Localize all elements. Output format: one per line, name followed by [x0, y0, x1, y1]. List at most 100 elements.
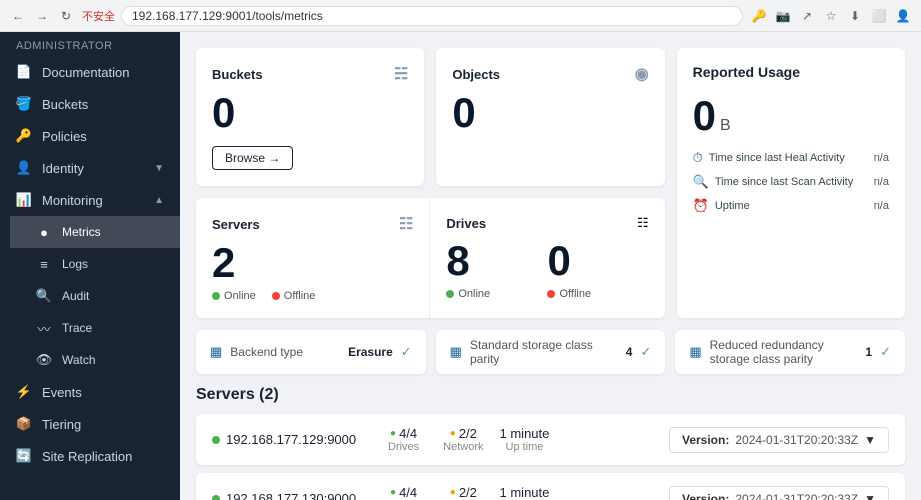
sidebar-item-label: Metrics — [62, 225, 164, 239]
sidebar-item-label: Logs — [62, 257, 164, 271]
server-drives-value-0: ● 4/4 — [390, 426, 417, 441]
logs-icon: ≡ — [36, 256, 52, 272]
back-button[interactable]: ← — [8, 6, 28, 26]
url-bar[interactable]: 192.168.177.129:9001/tools/metrics — [121, 6, 743, 26]
screenshot-icon: 📷 — [773, 6, 793, 26]
server-network-value-1: ● 2/2 — [450, 485, 477, 500]
servers-card-header: Servers ☷ — [212, 214, 413, 234]
drives-online-status: Online — [446, 288, 547, 300]
reduced-check-icon: ✓ — [880, 344, 891, 360]
drives-offline-block: 0 Offline — [547, 240, 648, 302]
storage-badge-reduced: ▦ Reduced redundancy storage class parit… — [675, 330, 905, 374]
download-icon[interactable]: ⬇ — [845, 6, 865, 26]
window-icon[interactable]: ⬜ — [869, 6, 889, 26]
reported-row-heal: ⏱ Time since last Heal Activity n/a — [693, 150, 889, 166]
events-icon: ⚡ — [16, 384, 32, 400]
refresh-button[interactable]: ↻ — [56, 6, 76, 26]
server-online-dot-1 — [212, 495, 220, 500]
server-address-text-1: 192.168.177.130:9000 — [226, 491, 356, 500]
sidebar-item-buckets[interactable]: 🪣 Buckets — [0, 88, 180, 120]
drives-icon: ☷ — [637, 215, 649, 231]
sidebar-item-label: Audit — [62, 289, 164, 303]
server-uptime-label-0: Up time — [506, 441, 544, 453]
version-button-0[interactable]: Version: 2024-01-31T20:20:33Z ▼ — [669, 427, 889, 453]
version-label-1: Version: — [682, 492, 729, 500]
sidebar-item-label: Identity — [42, 161, 144, 176]
server-online-dot-0 — [212, 436, 220, 444]
online-label: Online — [224, 290, 256, 302]
version-button-1[interactable]: Version: 2024-01-31T20:20:33Z ▼ — [669, 486, 889, 500]
drives-online-dot — [446, 290, 454, 298]
reported-row-left: ⏱ Time since last Heal Activity — [693, 150, 845, 166]
monitoring-submenu: ● Metrics ≡ Logs 🔍 Audit 〰 Trace 👁 Watch — [0, 216, 180, 376]
sidebar-item-monitoring[interactable]: 📊 Monitoring ▲ — [0, 184, 180, 216]
app-container: Administrator 📄 Documentation 🪣 Buckets … — [0, 32, 921, 500]
heal-label: Time since last Heal Activity — [709, 152, 845, 164]
drives-offline-label: Offline — [559, 288, 591, 300]
tiering-icon: 📦 — [16, 416, 32, 432]
server-uptime-block-0: 1 minute Up time — [500, 426, 550, 453]
sidebar-item-logs[interactable]: ≡ Logs — [10, 248, 180, 280]
sidebar-item-trace[interactable]: 〰 Trace — [10, 312, 180, 344]
heal-value: n/a — [874, 152, 889, 164]
drives-title: Drives — [446, 216, 486, 231]
profile-icon[interactable]: 👤 — [893, 6, 913, 26]
sidebar-item-watch[interactable]: 👁 Watch — [10, 344, 180, 376]
reported-value: 0 B — [693, 92, 889, 140]
server-uptime-value-0: 1 minute — [500, 426, 550, 441]
sidebar-item-audit[interactable]: 🔍 Audit — [10, 280, 180, 312]
sidebar-item-tiering[interactable]: 📦 Tiering — [0, 408, 180, 440]
objects-card: Objects ◉ 0 — [436, 48, 664, 186]
drives-header: Drives ☷ — [446, 214, 648, 232]
chevron-down-icon: ▼ — [154, 163, 164, 174]
online-indicator: Online — [212, 290, 256, 302]
server-drives-stat-0: ● 4/4 Drives — [388, 426, 419, 453]
sidebar-item-documentation[interactable]: 📄 Documentation — [0, 56, 180, 88]
browser-bar: ← → ↻ 不安全 192.168.177.129:9001/tools/met… — [0, 0, 921, 32]
main-content: Buckets ☵ 0 Browse → Objects ◉ 0 Reporte… — [180, 32, 921, 500]
sidebar-item-label: Watch — [62, 353, 164, 367]
sidebar-item-label: Site Replication — [42, 449, 164, 464]
sidebar-item-events[interactable]: ⚡ Events — [0, 376, 180, 408]
server-address-text-0: 192.168.177.129:9000 — [226, 432, 356, 447]
reported-title: Reported Usage — [693, 64, 889, 80]
policies-icon: 🔑 — [16, 128, 32, 144]
servers-online-value: 2 — [212, 242, 413, 284]
browser-actions: 🔑 📷 ↗ ☆ ⬇ ⬜ 👤 — [749, 6, 913, 26]
reported-row-left: ⏰ Uptime — [693, 198, 750, 214]
sidebar-item-label: Tiering — [42, 417, 164, 432]
reported-unit: B — [720, 117, 731, 135]
server-uptime-value-1: 1 minute — [500, 485, 550, 500]
metrics-icon: ● — [36, 224, 52, 240]
sidebar-item-metrics[interactable]: ● Metrics — [10, 216, 180, 248]
sidebar-item-label: Policies — [42, 129, 164, 144]
server-network-stat-0: ● 2/2 Network — [443, 426, 483, 453]
drives-online-indicator: Online — [446, 288, 490, 300]
sidebar-item-policies[interactable]: 🔑 Policies — [0, 120, 180, 152]
offline-indicator: Offline — [272, 290, 316, 302]
objects-value: 0 — [452, 92, 648, 134]
offline-dot — [272, 292, 280, 300]
monitoring-icon: 📊 — [16, 192, 32, 208]
scan-label: Time since last Scan Activity — [715, 176, 853, 188]
version-value-1: 2024-01-31T20:20:33Z — [735, 492, 858, 500]
sidebar-item-identity[interactable]: 👤 Identity ▼ — [0, 152, 180, 184]
key-icon: 🔑 — [749, 6, 769, 26]
reduced-label: Reduced redundancy storage class parity — [710, 338, 858, 366]
server-stats-1: ● 4/4 Drives ● 2/2 Network — [388, 485, 484, 500]
version-label-0: Version: — [682, 433, 729, 447]
star-icon[interactable]: ☆ — [821, 6, 841, 26]
reported-row-left: 🔍 Time since last Scan Activity — [693, 174, 854, 190]
sidebar-item-site-replication[interactable]: 🔄 Site Replication — [0, 440, 180, 472]
online-dot — [212, 292, 220, 300]
reported-card: Reported Usage 0 B ⏱ Time since last Hea… — [677, 48, 905, 318]
network-stat-dot: ● — [450, 428, 456, 439]
buckets-title: Buckets — [212, 67, 263, 82]
browse-button[interactable]: Browse → — [212, 146, 293, 170]
forward-button[interactable]: → — [32, 6, 52, 26]
server-drives-stat-1: ● 4/4 Drives — [388, 485, 419, 500]
sidebar: Administrator 📄 Documentation 🪣 Buckets … — [0, 32, 180, 500]
objects-title: Objects — [452, 67, 500, 82]
drives-online-value: 8 — [446, 240, 547, 282]
chevron-down-icon: ▼ — [864, 433, 876, 447]
